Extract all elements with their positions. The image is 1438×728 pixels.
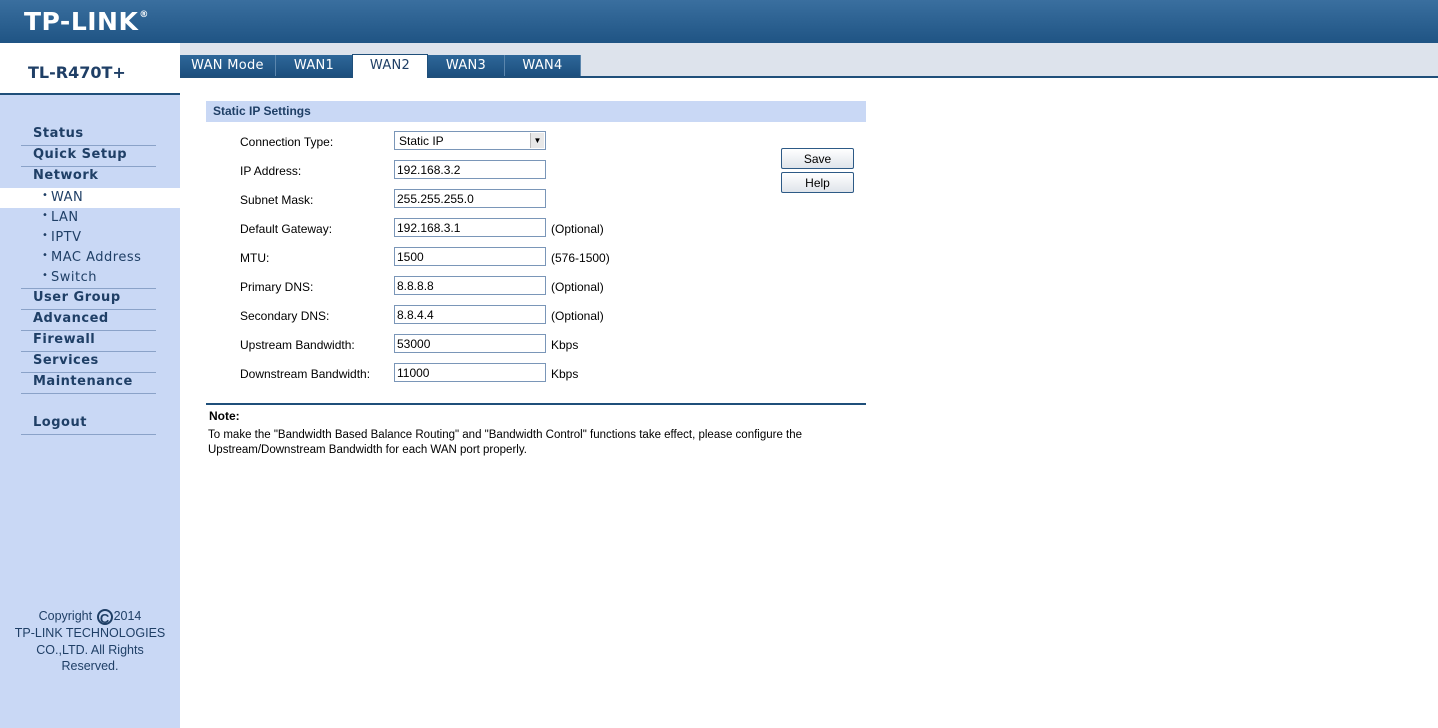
subnet-mask-input[interactable] <box>394 189 546 208</box>
sidebar-item-logout[interactable]: Logout <box>21 414 156 435</box>
mtu-input[interactable] <box>394 247 546 266</box>
sidebar-item-user-group[interactable]: User Group <box>21 289 156 310</box>
mtu-label: MTU: <box>240 251 270 265</box>
chevron-down-icon: ▼ <box>530 133 544 148</box>
default-gateway-input[interactable] <box>394 218 546 237</box>
secondary-dns-hint: (Optional) <box>551 309 604 323</box>
primary-dns-hint: (Optional) <box>551 280 604 294</box>
tab-strip: WAN Mode WAN1 WAN2 WAN3 WAN4 <box>180 43 1438 78</box>
note-title: Note: <box>209 409 240 423</box>
primary-dns-label: Primary DNS: <box>240 280 314 294</box>
sidebar-subitem-iptv[interactable]: • IPTV <box>0 228 180 248</box>
section-title: Static IP Settings <box>206 101 866 122</box>
tp-link-logo: TP-LINK® <box>24 7 149 36</box>
ip-address-label: IP Address: <box>240 164 302 178</box>
tab-wan3[interactable]: WAN3 <box>428 55 505 76</box>
model-box: TL-R470T+ <box>0 43 180 95</box>
save-button[interactable]: Save <box>781 148 854 169</box>
copyright: Copyright C 2014 TP-LINK TECHNOLOGIES CO.… <box>14 609 166 673</box>
connection-type-select[interactable]: Static IP ▼ <box>394 131 546 150</box>
tab-wan1[interactable]: WAN1 <box>276 55 353 76</box>
mtu-hint: (576-1500) <box>551 251 610 265</box>
secondary-dns-input[interactable] <box>394 305 546 324</box>
downstream-bandwidth-label: Downstream Bandwidth: <box>240 367 371 381</box>
model-name: TL-R470T+ <box>28 63 126 82</box>
copyright-icon: C <box>96 609 113 626</box>
secondary-dns-label: Secondary DNS: <box>240 309 330 323</box>
sidebar-item-status[interactable]: Status <box>21 125 156 146</box>
primary-dns-input[interactable] <box>394 276 546 295</box>
downstream-bandwidth-unit: Kbps <box>551 367 579 381</box>
tab-wan-mode[interactable]: WAN Mode <box>180 55 276 76</box>
connection-type-label: Connection Type: <box>240 135 334 149</box>
tab-wan4[interactable]: WAN4 <box>505 55 581 76</box>
note-divider <box>206 403 866 405</box>
default-gateway-hint: (Optional) <box>551 222 604 236</box>
top-banner: TP-LINK® <box>0 0 1438 43</box>
sidebar-item-services[interactable]: Services <box>21 352 156 373</box>
sidebar-subitem-switch[interactable]: • Switch <box>0 268 180 288</box>
ip-address-input[interactable] <box>394 160 546 179</box>
sidebar-item-quick-setup[interactable]: Quick Setup <box>21 146 156 167</box>
sidebar-subitem-wan[interactable]: • WAN <box>0 188 180 208</box>
upstream-bandwidth-label: Upstream Bandwidth: <box>240 338 355 352</box>
default-gateway-label: Default Gateway: <box>240 222 333 236</box>
downstream-bandwidth-input[interactable] <box>394 363 546 382</box>
sidebar-item-maintenance[interactable]: Maintenance <box>21 373 156 394</box>
upstream-bandwidth-input[interactable] <box>394 334 546 353</box>
sidebar-item-firewall[interactable]: Firewall <box>21 331 156 352</box>
sidebar-subitem-lan[interactable]: • LAN <box>0 208 180 228</box>
sidebar-item-advanced[interactable]: Advanced <box>21 310 156 331</box>
note-text: To make the "Bandwidth Based Balance Rou… <box>208 429 803 456</box>
sidebar-subitem-mac-address[interactable]: • MAC Address <box>0 248 180 268</box>
tab-wan2[interactable]: WAN2 <box>352 54 428 78</box>
sidebar-item-network[interactable]: Network <box>21 167 156 187</box>
upstream-bandwidth-unit: Kbps <box>551 338 579 352</box>
subnet-mask-label: Subnet Mask: <box>240 193 314 207</box>
help-button[interactable]: Help <box>781 172 854 193</box>
